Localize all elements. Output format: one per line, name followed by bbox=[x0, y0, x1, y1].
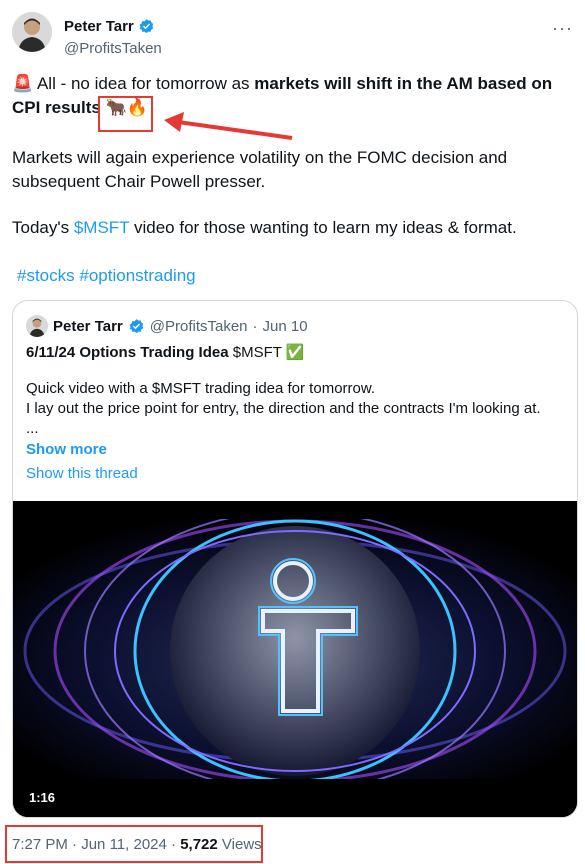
quoted-date: Jun 10 bbox=[262, 317, 308, 335]
quoted-dot: · bbox=[252, 317, 258, 335]
check-mark-icon: ✅ bbox=[285, 343, 305, 361]
quoted-handle: @ProfitsTaken bbox=[149, 317, 248, 335]
annotation-meta-box bbox=[5, 825, 263, 863]
video-player[interactable]: 1:16 bbox=[13, 501, 577, 817]
tweet-paragraph-2: Markets will again experience volatility… bbox=[12, 148, 508, 191]
author-handle[interactable]: @ProfitsTaken bbox=[64, 40, 162, 57]
quoted-verified-badge-icon bbox=[129, 318, 143, 333]
tweet-header: Peter Tarr @ProfitsTaken ··· bbox=[12, 12, 573, 60]
author-name[interactable]: Peter Tarr bbox=[64, 18, 134, 35]
show-more-link[interactable]: Show more bbox=[26, 441, 107, 458]
hashtag-optionstrading[interactable]: #optionstrading bbox=[79, 266, 195, 285]
annotation-highlight-box bbox=[98, 96, 153, 132]
tweet-intro-text: All - no idea for tomorrow as bbox=[33, 74, 255, 93]
quoted-title: 6/11/24 Options Trading Idea $MSFT ✅ bbox=[26, 343, 305, 361]
quoted-body: Quick video with a $MSFT trading idea fo… bbox=[26, 380, 541, 437]
tweet-hashtags: #stocks #optionstrading bbox=[17, 264, 196, 288]
more-options-icon[interactable]: ··· bbox=[552, 18, 573, 39]
quoted-avatar bbox=[26, 315, 48, 337]
video-duration: 1:16 bbox=[23, 788, 62, 807]
show-thread-link[interactable]: Show this thread bbox=[26, 465, 138, 482]
avatar[interactable] bbox=[12, 12, 52, 52]
quoted-tweet[interactable]: Peter Tarr @ProfitsTaken · Jun 10 6/11/2… bbox=[12, 300, 578, 818]
hashtag-stocks[interactable]: #stocks bbox=[17, 266, 75, 285]
video-thumbnail bbox=[13, 501, 577, 817]
quoted-author-name: Peter Tarr bbox=[53, 317, 123, 335]
cashtag-link[interactable]: $MSFT bbox=[74, 218, 129, 237]
quoted-header: Peter Tarr @ProfitsTaken · Jun 10 bbox=[26, 315, 308, 337]
tweet-paragraph-3: Today's $MSFT video for those wanting to… bbox=[12, 218, 517, 237]
siren-emoji: 🚨 bbox=[12, 74, 34, 94]
annotation-arrow-icon bbox=[164, 112, 293, 140]
verified-badge-icon bbox=[139, 19, 153, 34]
